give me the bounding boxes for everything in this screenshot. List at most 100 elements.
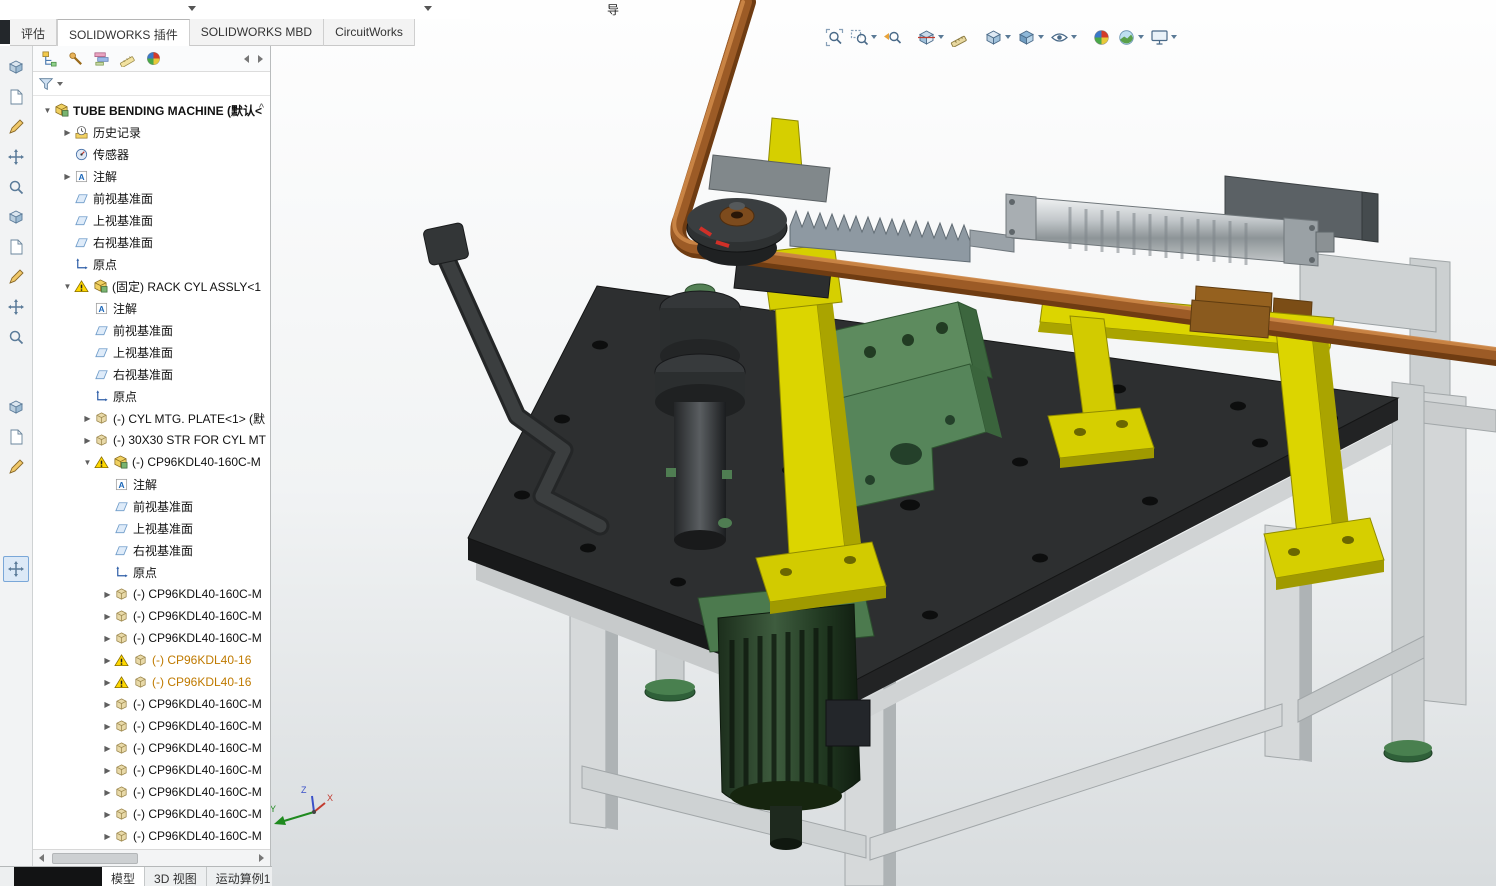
expand-arrow-icon[interactable]: ▶: [101, 700, 114, 709]
tree-item[interactable]: 右视基准面: [33, 539, 270, 561]
expand-arrow-icon[interactable]: ▶: [101, 722, 114, 731]
open-document-icon[interactable]: [3, 84, 29, 110]
tree-item[interactable]: ▶(-) CP96KDL40-160C-M: [33, 737, 270, 759]
new-document-icon[interactable]: [3, 54, 29, 80]
ribbon-tab-evaluate[interactable]: 评估: [10, 19, 57, 46]
apply-scene-icon[interactable]: [1114, 25, 1139, 50]
expand-arrow-icon[interactable]: ▶: [101, 634, 114, 643]
expand-arrow-icon[interactable]: ▶: [81, 436, 94, 445]
tree-item[interactable]: 右视基准面: [33, 231, 270, 253]
ribbon-tab-circuitworks[interactable]: CircuitWorks: [324, 19, 415, 46]
tree-item[interactable]: ▶(-) CP96KDL40-160C-M: [33, 825, 270, 847]
expand-arrow-icon[interactable]: ▶: [101, 810, 114, 819]
previous-view-icon[interactable]: [880, 25, 905, 50]
tree-item[interactable]: 前视基准面: [33, 495, 270, 517]
dropdown-caret-icon[interactable]: [871, 35, 877, 39]
tree-horizontal-scrollbar[interactable]: [33, 849, 270, 866]
tree-item[interactable]: ▶(-) CP96KDL40-160C-M: [33, 693, 270, 715]
tree-item[interactable]: ▶(-) CP96KDL40-16: [33, 649, 270, 671]
expand-arrow-icon[interactable]: ▶: [61, 128, 74, 137]
tree-item[interactable]: 上视基准面: [33, 209, 270, 231]
scrollbar-thumb[interactable]: [52, 853, 138, 864]
scroll-left-icon[interactable]: [33, 850, 50, 866]
3d-viewport[interactable]: Y Z X: [270, 0, 1496, 886]
display-style-icon[interactable]: [1014, 25, 1039, 50]
tab-3d-views[interactable]: 3D 视图: [145, 867, 207, 886]
expand-arrow-icon[interactable]: ▶: [101, 832, 114, 841]
dropdown-caret-icon[interactable]: [1038, 35, 1044, 39]
expand-arrow-icon[interactable]: ▶: [101, 766, 114, 775]
measure-icon[interactable]: [947, 25, 972, 50]
tree-item[interactable]: 右视基准面: [33, 363, 270, 385]
hide-show-items-icon[interactable]: [1047, 25, 1072, 50]
mate-icon[interactable]: [3, 294, 29, 320]
tree-item[interactable]: ▶(-) CP96KDL40-160C-M: [33, 605, 270, 627]
tree-item[interactable]: 原点: [33, 561, 270, 583]
tree-item[interactable]: ▶A注解: [33, 165, 270, 187]
ribbon-tab-mbd[interactable]: SOLIDWORKS MBD: [190, 19, 324, 46]
tab-model[interactable]: 模型: [102, 867, 145, 886]
expand-arrow-icon[interactable]: ▼: [81, 458, 94, 467]
expand-arrow-icon[interactable]: ▼: [61, 282, 74, 291]
selection-tool-icon[interactable]: [3, 556, 29, 582]
expand-arrow-icon[interactable]: ▶: [81, 414, 94, 423]
tree-item[interactable]: 前视基准面: [33, 187, 270, 209]
property-manager-tab[interactable]: [62, 48, 88, 70]
tree-item[interactable]: ▶(-) CP96KDL40-160C-M: [33, 715, 270, 737]
pan-view-icon[interactable]: [3, 454, 29, 480]
scroll-right-icon[interactable]: [253, 850, 270, 866]
dimension-icon[interactable]: [3, 174, 29, 200]
panel-nav-left-icon[interactable]: [239, 50, 253, 68]
tree-item[interactable]: ▼TUBE BENDING MACHINE (默认<: [33, 99, 270, 121]
tree-item[interactable]: ▶(-) 30X30 STR FOR CYL MT: [33, 429, 270, 451]
expand-arrow-icon[interactable]: ▶: [101, 612, 114, 621]
expand-arrow-icon[interactable]: ▶: [101, 590, 114, 599]
component-pattern-icon[interactable]: [3, 324, 29, 350]
dropdown-caret-icon[interactable]: [57, 82, 63, 86]
view-orientation-icon[interactable]: [981, 25, 1006, 50]
feature-manager-tab[interactable]: [36, 48, 62, 70]
annotation-tool-icon[interactable]: [3, 204, 29, 230]
tree-item[interactable]: 上视基准面: [33, 341, 270, 363]
expand-arrow-icon[interactable]: ▶: [101, 678, 114, 687]
dropdown-caret-icon[interactable]: [938, 35, 944, 39]
tree-item[interactable]: 原点: [33, 253, 270, 275]
sketch-icon[interactable]: [3, 144, 29, 170]
tree-item[interactable]: ▶(-) CP96KDL40-16: [33, 671, 270, 693]
ribbon-tab-addins[interactable]: SOLIDWORKS 插件: [57, 19, 190, 46]
filter-funnel-icon[interactable]: [38, 76, 54, 92]
tree-item[interactable]: A注解: [33, 297, 270, 319]
dropdown-caret-icon[interactable]: [1005, 35, 1011, 39]
tree-item[interactable]: A注解: [33, 473, 270, 495]
edit-appearance-icon[interactable]: [1089, 25, 1114, 50]
dropdown-caret-icon[interactable]: [1071, 35, 1077, 39]
expand-arrow-icon[interactable]: ▶: [101, 788, 114, 797]
zoom-area-icon[interactable]: [847, 25, 872, 50]
tree-item[interactable]: ▶(-) CP96KDL40-160C-M: [33, 627, 270, 649]
tree-item[interactable]: ▶(-) CP96KDL40-160C-M: [33, 803, 270, 825]
measure-tool-icon[interactable]: [3, 264, 29, 290]
dropdown-caret-icon[interactable]: [424, 6, 432, 11]
tree-item[interactable]: ▼(固定) RACK CYL ASSLY<1: [33, 275, 270, 297]
view-settings-icon[interactable]: [1147, 25, 1172, 50]
tree-scroll-up[interactable]: ^: [259, 102, 264, 114]
expand-arrow-icon[interactable]: ▶: [101, 744, 114, 753]
tree-item[interactable]: ▶(-) CP96KDL40-160C-M: [33, 583, 270, 605]
expand-arrow-icon[interactable]: ▶: [101, 656, 114, 665]
dimxpert-manager-tab[interactable]: [114, 48, 140, 70]
zoom-fit-icon[interactable]: [822, 25, 847, 50]
tree-item[interactable]: ▶(-) CYL MTG. PLATE<1> (默: [33, 407, 270, 429]
display-manager-tab[interactable]: [140, 48, 166, 70]
configuration-manager-tab[interactable]: [88, 48, 114, 70]
dropdown-caret-icon[interactable]: [1138, 35, 1144, 39]
dropdown-caret-icon[interactable]: [188, 6, 196, 11]
cube-view-icon[interactable]: [3, 114, 29, 140]
tree-item[interactable]: ▶(-) CP96KDL40-160C-M: [33, 781, 270, 803]
expand-arrow-icon[interactable]: ▼: [41, 106, 54, 115]
tree-item[interactable]: ▶(-) CP96KDL40-160C-M: [33, 759, 270, 781]
tree-item[interactable]: 前视基准面: [33, 319, 270, 341]
tab-motion-study[interactable]: 运动算例1: [207, 867, 272, 886]
panel-nav-right-icon[interactable]: [253, 50, 267, 68]
tree-item[interactable]: 上视基准面: [33, 517, 270, 539]
dropdown-caret-icon[interactable]: [1171, 35, 1177, 39]
